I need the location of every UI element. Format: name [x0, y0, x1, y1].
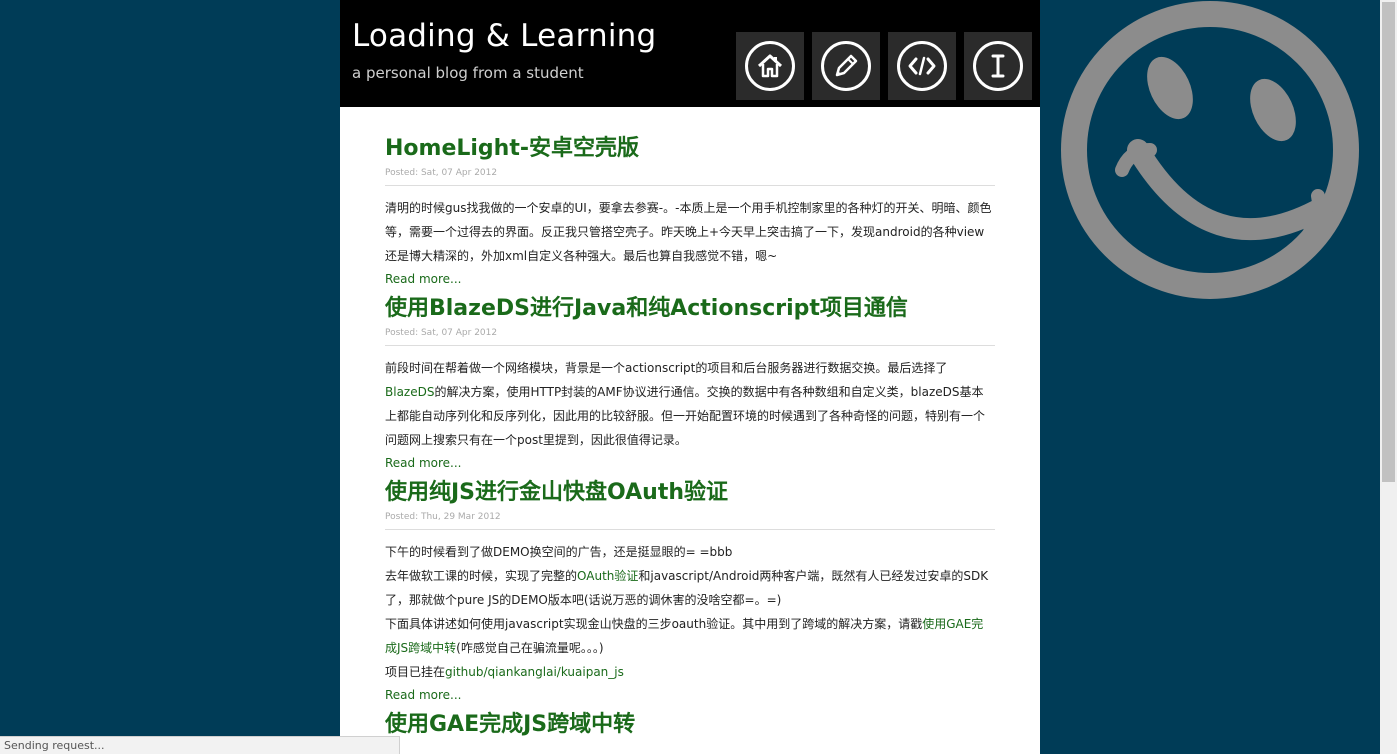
post-paragraph: 清明的时候gus找我做的一个安卓的UI，要拿去参赛-。-本质上是一个用手机控制家…: [385, 201, 992, 263]
post-text: 去年做软工课的时候，实现了完整的: [385, 569, 578, 583]
post-title[interactable]: 使用GAE完成JS跨域中转: [385, 708, 995, 742]
site-subtitle: a personal blog from a student: [352, 64, 584, 82]
home-icon: [757, 54, 783, 78]
post-date: Posted: Thu, 29 Mar 2012: [385, 510, 995, 530]
post-text: 项目已挂在: [385, 665, 446, 679]
site-header: Loading & Learning a personal blog from …: [340, 0, 1040, 107]
post-date: Posted: Sat, 07 Apr 2012: [385, 166, 995, 186]
post-line: 项目已挂在github/qiankanglai/kuaipan_js: [385, 660, 995, 684]
code-icon: [908, 56, 936, 76]
text-cursor-icon: [991, 54, 1005, 78]
read-more-link[interactable]: Read more...: [385, 684, 995, 706]
post-date: Posted: Sat, 07 Apr 2012: [385, 326, 995, 346]
nav-edit-button[interactable]: [812, 32, 880, 100]
post-list: HomeLight-安卓空壳版 Posted: Sat, 07 Apr 2012…: [385, 132, 995, 742]
post-paragraph: 前段时间在帮着做一个网络模块，背景是一个actionscript的项目和后台服务…: [385, 356, 995, 452]
vertical-scrollbar[interactable]: [1380, 0, 1397, 754]
read-more-link[interactable]: Read more...: [385, 268, 995, 290]
nav-about-button[interactable]: [964, 32, 1032, 100]
smiley-icon: [1061, 1, 1359, 299]
post-line: 下面具体讲述如何使用javascript实现金山快盘的三步oauth验证。其中用…: [385, 612, 995, 660]
post-item: 使用GAE完成JS跨域中转: [385, 708, 995, 742]
post-item: 使用纯JS进行金山快盘OAuth验证 Posted: Thu, 29 Mar 2…: [385, 476, 995, 706]
post-text: 下面具体讲述如何使用javascript实现金山快盘的三步oauth验证。其中用…: [385, 617, 923, 631]
post-title[interactable]: HomeLight-安卓空壳版: [385, 132, 995, 166]
post-excerpt: 清明的时候gus找我做的一个安卓的UI，要拿去参赛-。-本质上是一个用手机控制家…: [385, 196, 995, 268]
post-item: 使用BlazeDS进行Java和纯Actionscript项目通信 Posted…: [385, 292, 995, 474]
post-line: 去年做软工课的时候，实现了完整的OAuth验证和javascript/Andro…: [385, 564, 995, 612]
scrollbar-thumb[interactable]: [1382, 2, 1395, 482]
site-title[interactable]: Loading & Learning: [352, 18, 656, 54]
post-excerpt: 下午的时候看到了做DEMO换空间的广告，还是挺显眼的= =bbb 去年做软工课的…: [385, 540, 995, 684]
post-text: 的解决方案，使用HTTP封装的AMF协议进行通信。交换的数据中有各种数组和自定义…: [385, 385, 986, 447]
post-text: (咋感觉自己在骗流量呢。。。): [456, 641, 604, 655]
nav-code-button[interactable]: [888, 32, 956, 100]
nav-home-button[interactable]: [736, 32, 804, 100]
status-bar: Sending request...: [0, 736, 400, 754]
blazeds-link[interactable]: BlazeDS: [385, 385, 434, 399]
oauth-link[interactable]: OAuth验证: [577, 569, 638, 583]
github-link[interactable]: github/qiankanglai/kuaipan_js: [445, 665, 624, 679]
post-title[interactable]: 使用纯JS进行金山快盘OAuth验证: [385, 476, 995, 510]
page-container: Loading & Learning a personal blog from …: [340, 0, 1040, 754]
post-item: HomeLight-安卓空壳版 Posted: Sat, 07 Apr 2012…: [385, 132, 995, 290]
post-excerpt: 前段时间在帮着做一个网络模块，背景是一个actionscript的项目和后台服务…: [385, 356, 995, 452]
read-more-link[interactable]: Read more...: [385, 452, 995, 474]
pencil-icon: [835, 54, 858, 77]
post-title[interactable]: 使用BlazeDS进行Java和纯Actionscript项目通信: [385, 292, 995, 326]
post-text: 前段时间在帮着做一个网络模块，背景是一个actionscript的项目和后台服务…: [385, 361, 948, 375]
post-line: 下午的时候看到了做DEMO换空间的广告，还是挺显眼的= =bbb: [385, 545, 733, 559]
